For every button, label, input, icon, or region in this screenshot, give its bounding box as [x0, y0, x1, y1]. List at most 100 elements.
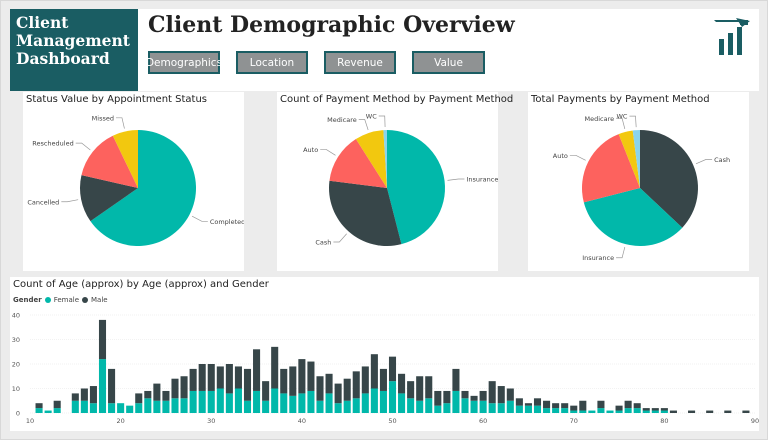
- bar-female[interactable]: [207, 390, 215, 413]
- bar-female[interactable]: [352, 398, 360, 413]
- bar-female[interactable]: [89, 403, 97, 413]
- bar-male[interactable]: [162, 390, 170, 401]
- bar-male[interactable]: [180, 376, 188, 399]
- nav-button-revenue[interactable]: Revenue: [324, 51, 396, 74]
- bar-male[interactable]: [425, 376, 433, 399]
- bar-male[interactable]: [615, 405, 623, 411]
- bar-female[interactable]: [71, 400, 79, 413]
- bar-female[interactable]: [470, 400, 478, 413]
- bar-female[interactable]: [416, 400, 424, 413]
- bar-female[interactable]: [307, 390, 315, 413]
- bar-female[interactable]: [579, 410, 587, 413]
- bar-female[interactable]: [561, 408, 569, 413]
- bar-male[interactable]: [416, 376, 424, 401]
- bar-male[interactable]: [361, 366, 369, 394]
- bar-male[interactable]: [434, 390, 442, 406]
- bar-female[interactable]: [660, 410, 668, 413]
- bar-male[interactable]: [71, 393, 79, 401]
- bar-female[interactable]: [144, 398, 152, 413]
- bar-female[interactable]: [135, 403, 143, 413]
- bar-male[interactable]: [398, 373, 406, 394]
- bar-female[interactable]: [497, 403, 505, 413]
- bar-male[interactable]: [89, 386, 97, 404]
- bar-female[interactable]: [398, 393, 406, 413]
- bar-female[interactable]: [271, 388, 279, 414]
- bar-female[interactable]: [479, 400, 487, 413]
- bar-male[interactable]: [388, 356, 397, 382]
- bar-male[interactable]: [135, 393, 143, 404]
- bar-male[interactable]: [452, 368, 460, 391]
- bar-male[interactable]: [144, 390, 152, 399]
- bar-female[interactable]: [198, 390, 206, 413]
- bar-female[interactable]: [243, 400, 252, 413]
- bar-female[interactable]: [253, 390, 261, 413]
- bar-male[interactable]: [352, 371, 360, 399]
- nav-button-location[interactable]: Location: [236, 51, 308, 74]
- bar-male[interactable]: [53, 400, 61, 409]
- bar-female[interactable]: [117, 403, 125, 413]
- bar-female[interactable]: [44, 410, 52, 413]
- bar-male[interactable]: [443, 390, 451, 404]
- bar-male[interactable]: [298, 359, 306, 394]
- bar-male[interactable]: [524, 403, 532, 406]
- bar-female[interactable]: [180, 398, 188, 413]
- bar-male[interactable]: [461, 390, 469, 399]
- bar-female[interactable]: [633, 408, 641, 413]
- bar-male[interactable]: [624, 400, 632, 409]
- bar-female[interactable]: [624, 408, 632, 413]
- bar-male[interactable]: [633, 403, 641, 409]
- bar-male[interactable]: [343, 378, 351, 401]
- bar-female[interactable]: [425, 398, 433, 413]
- bar-female[interactable]: [552, 408, 560, 413]
- bar-male[interactable]: [108, 368, 116, 404]
- bar-female[interactable]: [153, 400, 161, 413]
- bar-male[interactable]: [253, 349, 261, 391]
- bar-female[interactable]: [216, 388, 224, 414]
- bar-male[interactable]: [198, 364, 206, 391]
- bar-female[interactable]: [543, 408, 551, 413]
- bar-male[interactable]: [234, 366, 242, 389]
- bar-female[interactable]: [316, 400, 324, 413]
- bar-female[interactable]: [325, 393, 333, 413]
- bar-female[interactable]: [361, 393, 369, 413]
- bar-male[interactable]: [506, 388, 514, 401]
- bar-male[interactable]: [379, 368, 387, 391]
- bar-male[interactable]: [497, 386, 505, 404]
- bar-female[interactable]: [289, 395, 297, 413]
- bar-male[interactable]: [370, 354, 378, 389]
- nav-button-demographics[interactable]: Demographics: [146, 51, 222, 74]
- bar-male[interactable]: [651, 408, 659, 411]
- bar-female[interactable]: [298, 393, 306, 413]
- bar-female[interactable]: [262, 400, 270, 413]
- bar-female[interactable]: [388, 381, 397, 413]
- bar-male[interactable]: [289, 366, 297, 396]
- bar-female[interactable]: [515, 405, 523, 413]
- bar-male[interactable]: [35, 403, 43, 409]
- bar-male[interactable]: [207, 364, 215, 391]
- bar-male[interactable]: [579, 400, 587, 411]
- bar-male[interactable]: [515, 398, 523, 406]
- bar-male[interactable]: [552, 403, 560, 409]
- bar-female[interactable]: [280, 393, 288, 413]
- bar-male[interactable]: [316, 376, 324, 401]
- bar-male[interactable]: [407, 381, 415, 399]
- bar-female[interactable]: [225, 393, 233, 413]
- bar-female[interactable]: [434, 405, 442, 413]
- bar-female[interactable]: [651, 410, 659, 413]
- bar-female[interactable]: [108, 403, 116, 413]
- bar-male[interactable]: [334, 383, 342, 404]
- bar-male[interactable]: [216, 366, 224, 389]
- bar-female[interactable]: [80, 400, 88, 413]
- bar-male[interactable]: [153, 383, 161, 401]
- bar-male[interactable]: [243, 368, 252, 401]
- bar-female[interactable]: [171, 398, 179, 413]
- bar-male[interactable]: [479, 390, 487, 401]
- bar-female[interactable]: [98, 359, 107, 413]
- bar-male[interactable]: [533, 398, 542, 406]
- bar-female[interactable]: [443, 403, 451, 413]
- bar-male[interactable]: [171, 378, 179, 399]
- bar-male[interactable]: [98, 319, 107, 360]
- bar-male[interactable]: [280, 368, 288, 394]
- bar-female[interactable]: [642, 410, 650, 413]
- bar-male[interactable]: [307, 361, 315, 391]
